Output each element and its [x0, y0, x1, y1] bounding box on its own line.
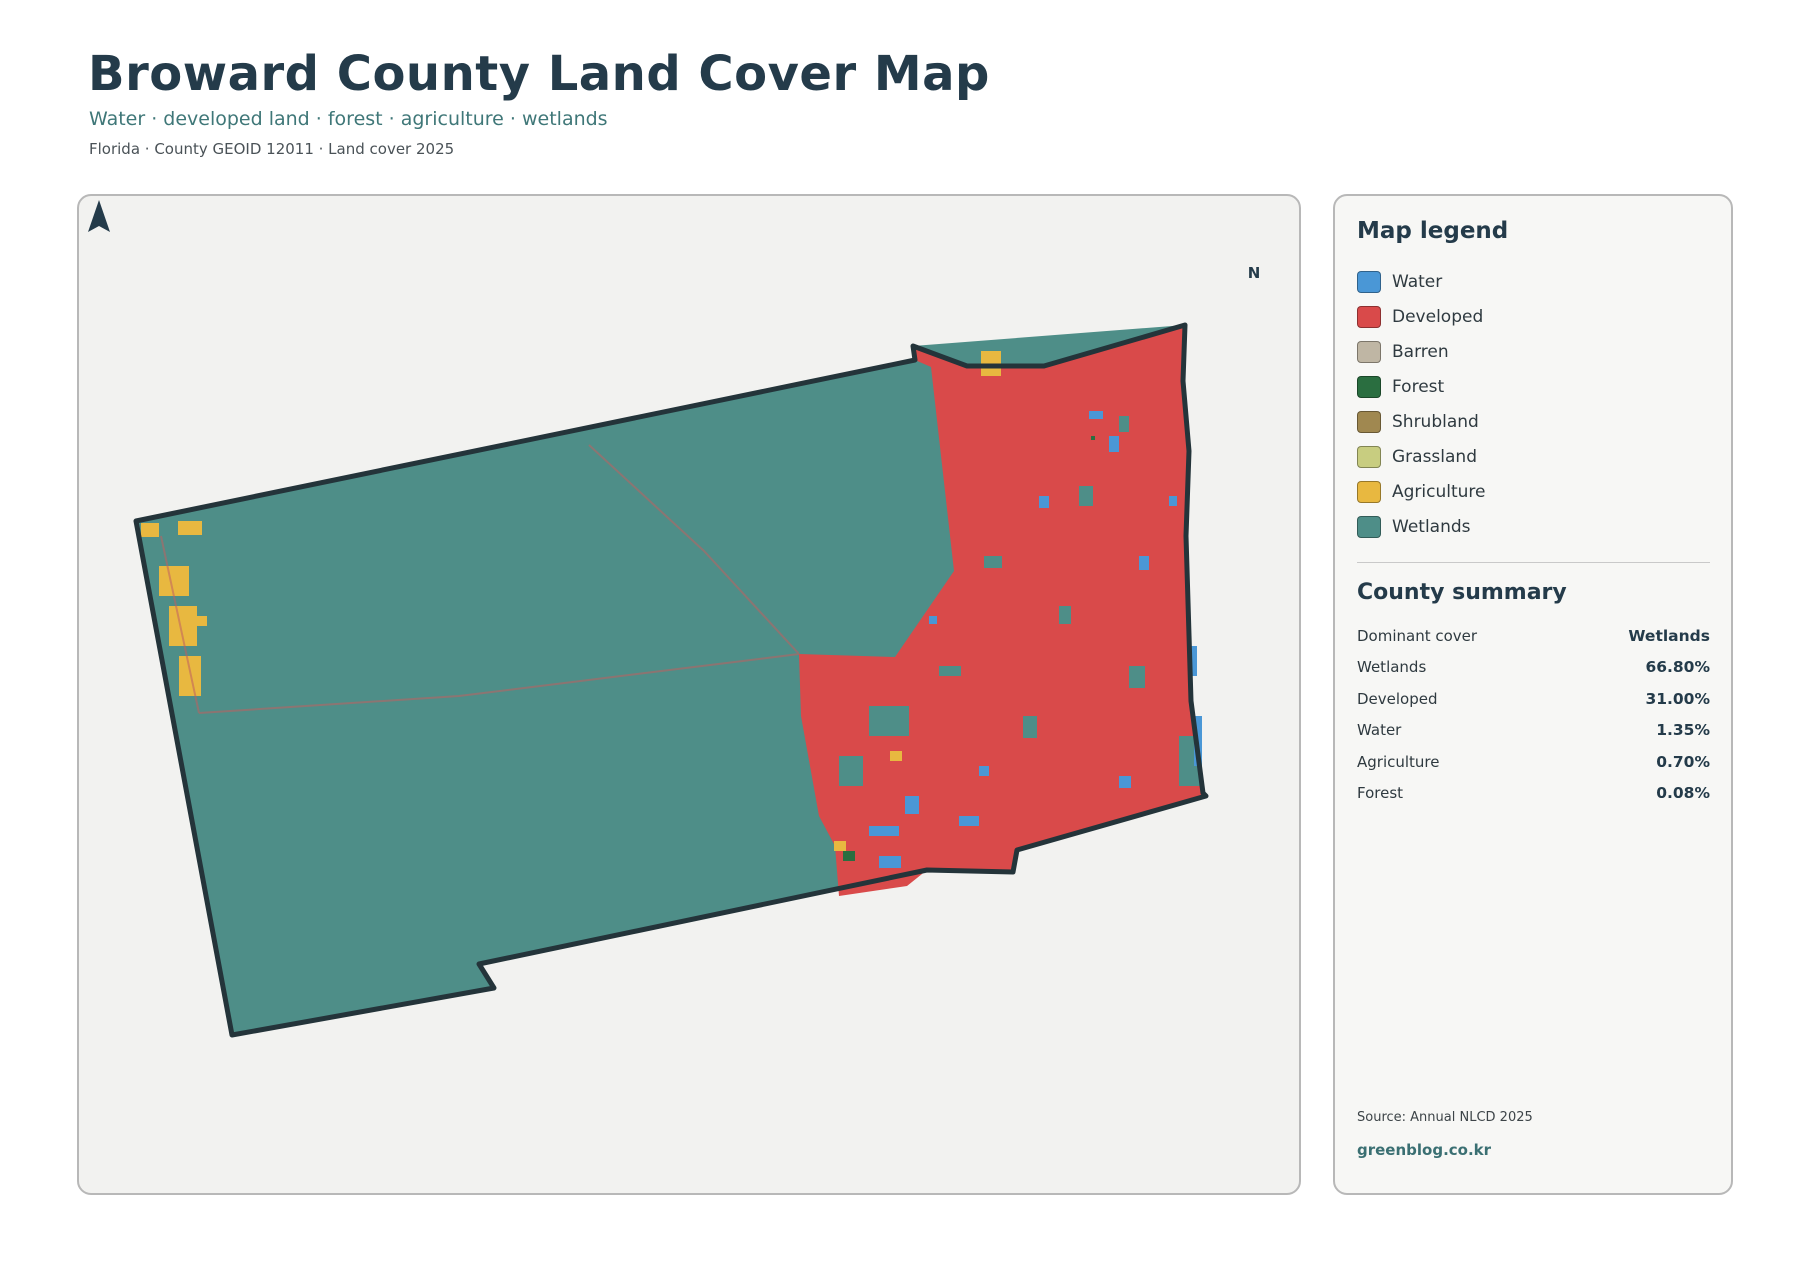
summary-key: Wetlands	[1357, 658, 1427, 677]
summary-key: Dominant cover	[1357, 626, 1478, 645]
legend-item-wetlands: Wetlands	[1357, 509, 1486, 544]
summary-key: Forest	[1357, 784, 1404, 803]
wetlands-swatch	[1357, 515, 1381, 538]
summary-value: 0.70%	[1656, 752, 1710, 771]
summary-row: Dominant cover Wetlands	[1357, 620, 1710, 652]
legend-list: Water Developed Barren Forest Shrubland …	[1357, 264, 1486, 544]
grassland-swatch	[1357, 445, 1381, 468]
summary-value: 66.80%	[1645, 658, 1710, 677]
summary-value: Wetlands	[1628, 626, 1710, 645]
summary-value: 0.08%	[1656, 784, 1710, 803]
developed-swatch	[1357, 305, 1381, 328]
legend-item-developed: Developed	[1357, 299, 1486, 334]
summary-row: Water 1.35%	[1357, 715, 1710, 747]
source-note: Source: Annual NLCD 2025	[1357, 1110, 1533, 1125]
water-swatch	[1357, 270, 1381, 293]
map-meta: Florida · County GEOID 12011 · Land cove…	[89, 140, 455, 158]
summary-key: Agriculture	[1357, 752, 1440, 771]
legend-panel: Map legend Water Developed Barren Forest…	[1333, 194, 1733, 1195]
legend-item-grassland: Grassland	[1357, 439, 1486, 474]
barren-swatch	[1357, 340, 1381, 363]
legend-label: Developed	[1392, 306, 1484, 327]
summary-table: Dominant cover Wetlands Wetlands 66.80% …	[1357, 620, 1710, 809]
legend-title: Map legend	[1357, 218, 1509, 244]
summary-row: Wetlands 66.80%	[1357, 652, 1710, 684]
county-map[interactable]	[79, 196, 1301, 1195]
legend-label: Forest	[1392, 376, 1445, 397]
north-arrow-icon	[88, 200, 110, 232]
north-label: N	[1247, 264, 1261, 282]
summary-title: County summary	[1357, 580, 1567, 605]
summary-row: Agriculture 0.70%	[1357, 746, 1710, 778]
legend-item-shrubland: Shrubland	[1357, 404, 1486, 439]
legend-item-barren: Barren	[1357, 334, 1486, 369]
forest-swatch	[1357, 375, 1381, 398]
map-panel[interactable]: N	[77, 194, 1301, 1195]
shrubland-swatch	[1357, 410, 1381, 433]
legend-label: Wetlands	[1392, 516, 1471, 537]
map-subtitle: Water · developed land · forest · agricu…	[89, 108, 608, 130]
summary-value: 31.00%	[1645, 689, 1710, 708]
agriculture-swatch	[1357, 480, 1381, 503]
summary-key: Water	[1357, 721, 1402, 740]
legend-item-water: Water	[1357, 264, 1486, 299]
summary-value: 1.35%	[1656, 721, 1710, 740]
map-title: Broward County Land Cover Map	[88, 46, 990, 102]
legend-label: Barren	[1392, 341, 1449, 362]
legend-divider	[1357, 562, 1710, 563]
legend-item-agriculture: Agriculture	[1357, 474, 1486, 509]
summary-row: Developed 31.00%	[1357, 683, 1710, 715]
brand-link[interactable]: greenblog.co.kr	[1357, 1141, 1491, 1159]
legend-label: Grassland	[1392, 446, 1477, 467]
legend-label: Agriculture	[1392, 481, 1486, 502]
legend-label: Shrubland	[1392, 411, 1479, 432]
legend-label: Water	[1392, 271, 1443, 292]
legend-item-forest: Forest	[1357, 369, 1486, 404]
summary-key: Developed	[1357, 689, 1438, 708]
summary-row: Forest 0.08%	[1357, 778, 1710, 810]
